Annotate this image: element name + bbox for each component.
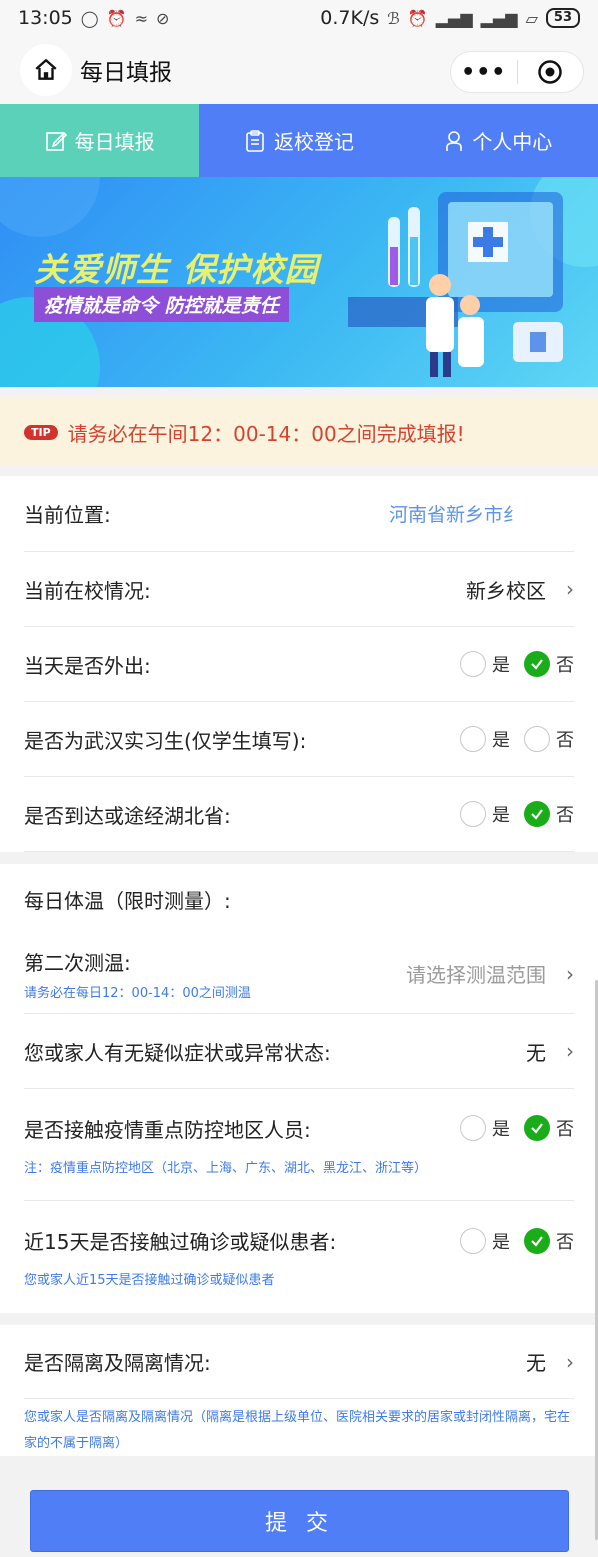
banner-title: 关爱师生 保护校园 <box>34 250 319 289</box>
tab-label: 每日填报 <box>74 130 155 154</box>
chevron-right-icon: › <box>566 1349 574 1374</box>
radio-checked-icon <box>524 1227 550 1254</box>
hotspot-icon: ≈ <box>134 8 148 28</box>
location-label: 当前位置: <box>24 503 111 527</box>
radio-checked-icon <box>524 651 550 677</box>
contact-15-no-radio[interactable]: 否 <box>524 1227 574 1254</box>
hubei-no-radio[interactable]: 否 <box>524 801 574 827</box>
contact-15-yes-radio[interactable]: 是 <box>460 1227 510 1254</box>
symptoms-label: 您或家人有无疑似症状或异常状态: <box>24 1040 331 1065</box>
home-button[interactable] <box>20 44 72 96</box>
signal-hd-icon: ▂▄▆ <box>480 8 518 28</box>
form-section-basic: 当前位置: 河南省新乡市纟 当前在校情况: 新乡校区 › 当天是否外出: 是 否… <box>0 476 598 852</box>
tab-daily-report[interactable]: 每日填报 <box>0 104 200 177</box>
chevron-right-icon: › <box>566 1039 574 1063</box>
tip-badge: TIP <box>24 424 58 440</box>
wuhan-intern-label: 是否为武汉实习生(仅学生填写): <box>24 728 307 753</box>
signal-icon: ▂▄▆ <box>435 8 473 28</box>
tip-bar: TIP 请务必在午间12：00-14：00之间完成填报! <box>0 398 598 466</box>
page-title: 每日填报 <box>80 60 172 86</box>
chevron-right-icon: › <box>566 961 574 986</box>
radio-unchecked-icon <box>460 801 486 827</box>
status-time: 13:05 <box>18 7 73 29</box>
location-row[interactable]: 当前位置: 河南省新乡市纟 <box>24 476 574 552</box>
network-speed: 0.7K/s <box>320 7 380 29</box>
banner-illustration <box>348 192 563 377</box>
second-temperature-row[interactable]: 第二次测温: 请务必在每日12：00-14：00之间测温 请选择测温范围 › <box>24 934 574 1014</box>
chevron-right-icon: › <box>566 577 574 601</box>
location-value: 河南省新乡市纟 <box>388 504 522 526</box>
went-out-no-radio[interactable]: 否 <box>524 651 574 677</box>
went-out-label: 当天是否外出: <box>24 653 151 678</box>
went-out-row: 当天是否外出: 是 否 <box>24 627 574 702</box>
isolation-row[interactable]: 是否隔离及隔离情况: 无 › <box>24 1325 574 1399</box>
more-button[interactable]: ••• <box>451 60 517 85</box>
contact-area-yes-radio[interactable]: 是 <box>460 1115 510 1141</box>
status-bar: 13:05 ◯ ⏰ ≈ ⊘ 0.7K/s ℬ ⏰ ▂▄▆ ▂▄▆ ▱ 53 <box>0 0 598 36</box>
radio-unchecked-icon <box>460 1227 486 1254</box>
alarm-clock-icon: ⏰ <box>407 8 428 28</box>
radio-checked-icon <box>524 1115 550 1141</box>
tab-label: 返校登记 <box>273 130 354 154</box>
symptoms-row[interactable]: 您或家人有无疑似症状或异常状态: 无 › <box>24 1014 574 1089</box>
radio-unchecked-icon <box>460 726 486 752</box>
contact-area-note: 注：疫情重点防控地区（北京、上海、广东、湖北、黑龙江、浙江等） <box>24 1160 428 1176</box>
campus-row[interactable]: 当前在校情况: 新乡校区 › <box>24 552 574 627</box>
temperature-label: 每日体温（限时测量）: <box>24 888 231 913</box>
bluetooth-icon: ℬ <box>387 8 400 28</box>
home-icon <box>35 59 57 80</box>
radio-unchecked-icon <box>460 651 486 677</box>
campus-value: 新乡校区 <box>466 578 546 603</box>
target-icon <box>538 60 562 84</box>
contact-area-row: 是否接触疫情重点防控地区人员: 是 否 注：疫情重点防控地区（北京、上海、广东、… <box>24 1089 574 1201</box>
radio-checked-icon <box>524 801 550 827</box>
capsule-menu: ••• <box>450 51 584 93</box>
isolation-note: 您或家人是否隔离及隔离情况（隔离是根据上级单位、医院相关要求的居家或封闭性隔离，… <box>24 1410 571 1451</box>
went-out-yes-radio[interactable]: 是 <box>460 651 510 677</box>
tab-personal-center[interactable]: 个人中心 <box>399 104 598 177</box>
radio-unchecked-icon <box>524 726 550 752</box>
second-temperature-label: 第二次测温: <box>24 950 131 975</box>
banner-decor-circle <box>0 177 100 237</box>
symptoms-value: 无 <box>526 1040 546 1065</box>
tab-bar: 每日填报 返校登记 个人中心 <box>0 104 598 177</box>
close-miniprogram-button[interactable] <box>518 59 584 85</box>
temperature-range-placeholder: 请选择测温范围 <box>406 963 546 987</box>
banner: 关爱师生 保护校园 疫情就是命令 防控就是责任 <box>0 177 598 387</box>
contact-15-note: 您或家人近15天是否接触过确诊或疑似患者 <box>24 1273 275 1288</box>
tab-return-registration[interactable]: 返校登记 <box>199 104 398 177</box>
title-bar: 每日填报 ••• <box>0 36 598 104</box>
block-icon: ⊘ <box>156 8 170 28</box>
tab-label: 个人中心 <box>472 130 553 154</box>
wuhan-intern-yes-radio[interactable]: 是 <box>460 726 510 752</box>
temperature-header: 每日体温（限时测量）: <box>24 864 574 934</box>
hubei-row: 是否到达或途经湖北省: 是 否 <box>24 777 574 852</box>
person-icon <box>446 130 463 151</box>
wifi-icon: ▱ <box>525 8 538 28</box>
banner-subtitle: 疫情就是命令 防控就是责任 <box>34 287 289 322</box>
form-section-isolation: 是否隔离及隔离情况: 无 › 您或家人是否隔离及隔离情况（隔离是根据上级单位、医… <box>0 1325 598 1471</box>
clipboard-icon <box>246 129 264 152</box>
hubei-yes-radio[interactable]: 是 <box>460 801 510 827</box>
battery-icon: 53 <box>545 8 580 28</box>
second-temperature-note: 请务必在每日12：00-14：00之间测温 <box>24 985 251 1001</box>
contact-15-label: 近15天是否接触过确诊或疑似患者: <box>24 1230 337 1254</box>
alarm-icon: ⏰ <box>106 8 127 28</box>
wuhan-intern-row: 是否为武汉实习生(仅学生填写): 是 否 <box>24 702 574 777</box>
campus-label: 当前在校情况: <box>24 578 151 603</box>
submit-button[interactable]: 提 交 <box>30 1490 569 1552</box>
isolation-label: 是否隔离及隔离情况: <box>24 1351 211 1375</box>
isolation-value: 无 <box>526 1351 546 1375</box>
wuhan-intern-no-radio[interactable]: 否 <box>524 726 574 752</box>
contact-area-label: 是否接触疫情重点防控地区人员: <box>24 1117 311 1142</box>
contact-area-no-radio[interactable]: 否 <box>524 1115 574 1141</box>
edit-icon <box>45 131 67 151</box>
submit-area: 提 交 <box>0 1456 598 1557</box>
form-section-health: 每日体温（限时测量）: 第二次测温: 请务必在每日12：00-14：00之间测温… <box>0 864 598 1313</box>
tip-text: 请务必在午间12：00-14：00之间完成填报! <box>67 421 465 446</box>
radio-unchecked-icon <box>460 1115 486 1141</box>
hubei-label: 是否到达或途经湖北省: <box>24 803 231 828</box>
qq-icon: ◯ <box>80 8 99 28</box>
contact-15-row: 近15天是否接触过确诊或疑似患者: 是 否 您或家人近15天是否接触过确诊或疑似… <box>24 1201 574 1313</box>
